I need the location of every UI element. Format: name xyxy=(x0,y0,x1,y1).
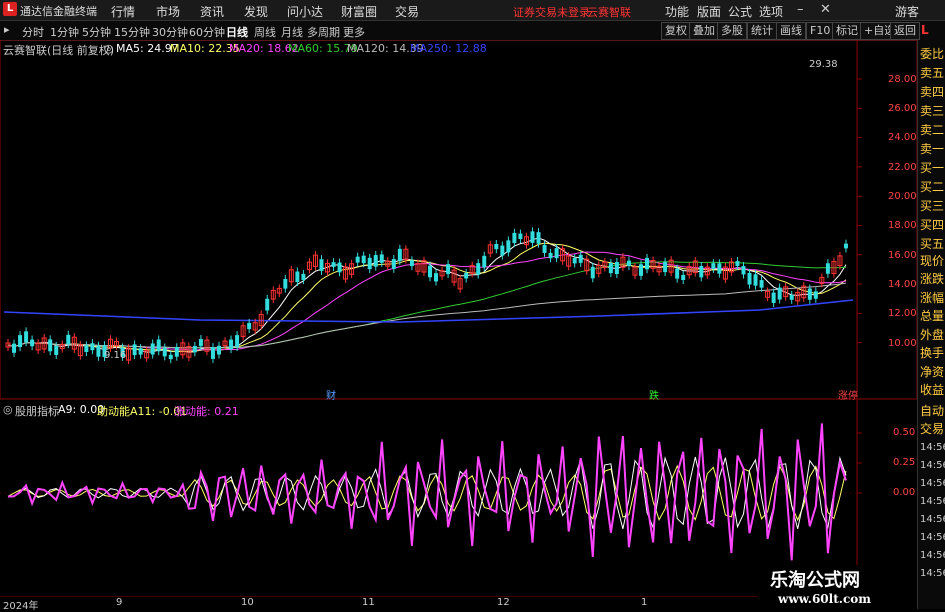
menu-caifuquan[interactable]: 财富圈 xyxy=(341,3,377,20)
tick-time: 14:56 xyxy=(920,496,945,507)
quote-label-11: 现价 xyxy=(920,254,945,268)
ind-tick: 0.25 xyxy=(893,457,916,468)
stock-name-title: 云赛智联 xyxy=(587,6,631,19)
period-gengduo[interactable]: 更多 xyxy=(343,24,365,40)
quote-label-10: 买五 xyxy=(920,237,945,251)
biaoji-button[interactable]: 标记 xyxy=(832,22,862,40)
date-label: 10 xyxy=(241,597,254,608)
menu-faxian[interactable]: 发现 xyxy=(244,3,268,20)
tick-time: 14:56 xyxy=(920,514,945,525)
menu-hangqing[interactable]: 行情 xyxy=(111,3,135,20)
quote-label-9: 买四 xyxy=(920,218,945,232)
ind-tick: 0.50 xyxy=(893,427,916,438)
quote-label-1: 卖五 xyxy=(920,66,945,80)
level2-icon[interactable]: L xyxy=(921,23,929,37)
menu-wenxiaoda[interactable]: 问小达 xyxy=(287,3,323,20)
date-label: 12 xyxy=(497,597,510,608)
period-60min[interactable]: 60分钟 xyxy=(189,24,225,40)
menu-gongneng[interactable]: 功能 xyxy=(665,3,689,20)
quote-label-16: 换手 xyxy=(920,346,945,360)
period-arrow-icon[interactable]: ▸ xyxy=(4,23,10,36)
menu-shichang[interactable]: 市场 xyxy=(156,3,180,20)
huaxian-button[interactable]: 画线 xyxy=(776,22,806,40)
quote-label-18: 收益 xyxy=(920,383,945,397)
ind-zhang: 涨动能: 0.21 xyxy=(174,405,239,418)
duogu-button[interactable]: 多股 xyxy=(717,22,747,40)
menu-gongshi[interactable]: 公式 xyxy=(728,3,752,20)
quote-label-7: 买二 xyxy=(920,180,945,194)
quote-label-2: 卖四 xyxy=(920,85,945,99)
price-tick: 18.00 xyxy=(888,220,917,231)
date-label: 1 xyxy=(641,597,648,608)
period-rixian[interactable]: 日线 xyxy=(226,24,248,40)
high-price-label: 29.38 xyxy=(809,59,838,70)
event-zt-label[interactable]: 涨停 xyxy=(838,387,858,402)
ind-toggle-icon[interactable]: ◎ xyxy=(3,403,13,416)
close-icon[interactable]: ✕ xyxy=(820,2,831,17)
quote-label-6: 买一 xyxy=(920,161,945,175)
minimize-icon[interactable]: – xyxy=(797,2,804,17)
tick-time: 14:56 xyxy=(920,550,945,561)
low-price-label: 9.16 xyxy=(104,350,127,361)
kline-chart[interactable] xyxy=(0,40,917,597)
app-logo-icon: L xyxy=(3,2,17,16)
price-tick: 24.00 xyxy=(888,132,917,143)
period-15min[interactable]: 15分钟 xyxy=(114,24,150,40)
quote-label-0: 委比 xyxy=(920,47,945,61)
period-zhouxian[interactable]: 周线 xyxy=(254,24,276,40)
date-label: 11 xyxy=(362,597,375,608)
quote-label-20[interactable]: 交易 xyxy=(920,420,944,437)
period-fenshi[interactable]: 分时 xyxy=(22,24,44,40)
tick-time: 14:56 xyxy=(920,532,945,543)
price-tick: 22.00 xyxy=(888,162,917,173)
ind-tick: 0.00 xyxy=(893,487,916,498)
quote-label-14: 总量 xyxy=(920,309,945,323)
price-tick: 26.00 xyxy=(888,103,917,114)
menu-jiaoyi[interactable]: 交易 xyxy=(395,3,419,20)
event-die-label[interactable]: 跌 xyxy=(649,387,659,402)
quote-label-12: 涨跌 xyxy=(920,272,945,286)
quote-label-8: 买三 xyxy=(920,199,945,213)
period-duozhouqi[interactable]: 多周期 xyxy=(307,24,340,40)
quote-label-15: 外盘 xyxy=(920,328,945,342)
quote-label-17: 净资 xyxy=(920,365,945,379)
f10-button[interactable]: F10 xyxy=(806,22,835,40)
menu-zixun[interactable]: 资讯 xyxy=(200,3,224,20)
price-tick: 14.00 xyxy=(888,279,917,290)
watermark-url: www.60lt.com xyxy=(778,592,871,606)
price-tick: 12.00 xyxy=(888,308,917,319)
fuquan-button[interactable]: 复权 xyxy=(661,22,691,40)
menu-xuanxiang[interactable]: 选项 xyxy=(759,3,783,20)
tick-time: 14:56 xyxy=(920,460,945,471)
price-tick: 20.00 xyxy=(888,191,917,202)
period-30min[interactable]: 30分钟 xyxy=(152,24,188,40)
date-label: 2024年 xyxy=(3,601,39,612)
period-1min[interactable]: 1分钟 xyxy=(50,24,79,40)
tick-time: 14:56 xyxy=(920,568,945,579)
tongji-button[interactable]: 统计 xyxy=(747,22,777,40)
quote-label-13: 涨幅 xyxy=(920,291,945,305)
quote-label-5: 卖一 xyxy=(920,142,945,156)
period-yuexian[interactable]: 月线 xyxy=(281,24,303,40)
tick-time: 14:56 xyxy=(920,478,945,489)
app-title: 通达信金融终端 xyxy=(20,5,97,18)
menu-banmian[interactable]: 版面 xyxy=(697,3,721,20)
quote-label-4: 卖二 xyxy=(920,123,945,137)
price-tick: 16.00 xyxy=(888,250,917,261)
event-cai-label[interactable]: 财 xyxy=(326,387,336,402)
date-label: 9 xyxy=(116,597,123,608)
quote-label-19[interactable]: 自动 xyxy=(920,402,944,419)
trade-login-notice[interactable]: 证券交易未登录 xyxy=(513,4,590,20)
period-5min[interactable]: 5分钟 xyxy=(82,24,111,40)
back-button[interactable]: 返回 xyxy=(890,22,920,40)
price-tick: 28.00 xyxy=(888,74,917,85)
user-label[interactable]: 游客 xyxy=(895,3,919,20)
quote-label-3: 卖三 xyxy=(920,104,945,118)
watermark-title: 乐淘公式网 xyxy=(770,570,860,591)
price-tick: 10.00 xyxy=(888,338,917,349)
tick-time: 14:56 xyxy=(920,442,945,453)
diejia-button[interactable]: 叠加 xyxy=(689,22,719,40)
ind-name: 股朋指标 xyxy=(15,405,59,418)
